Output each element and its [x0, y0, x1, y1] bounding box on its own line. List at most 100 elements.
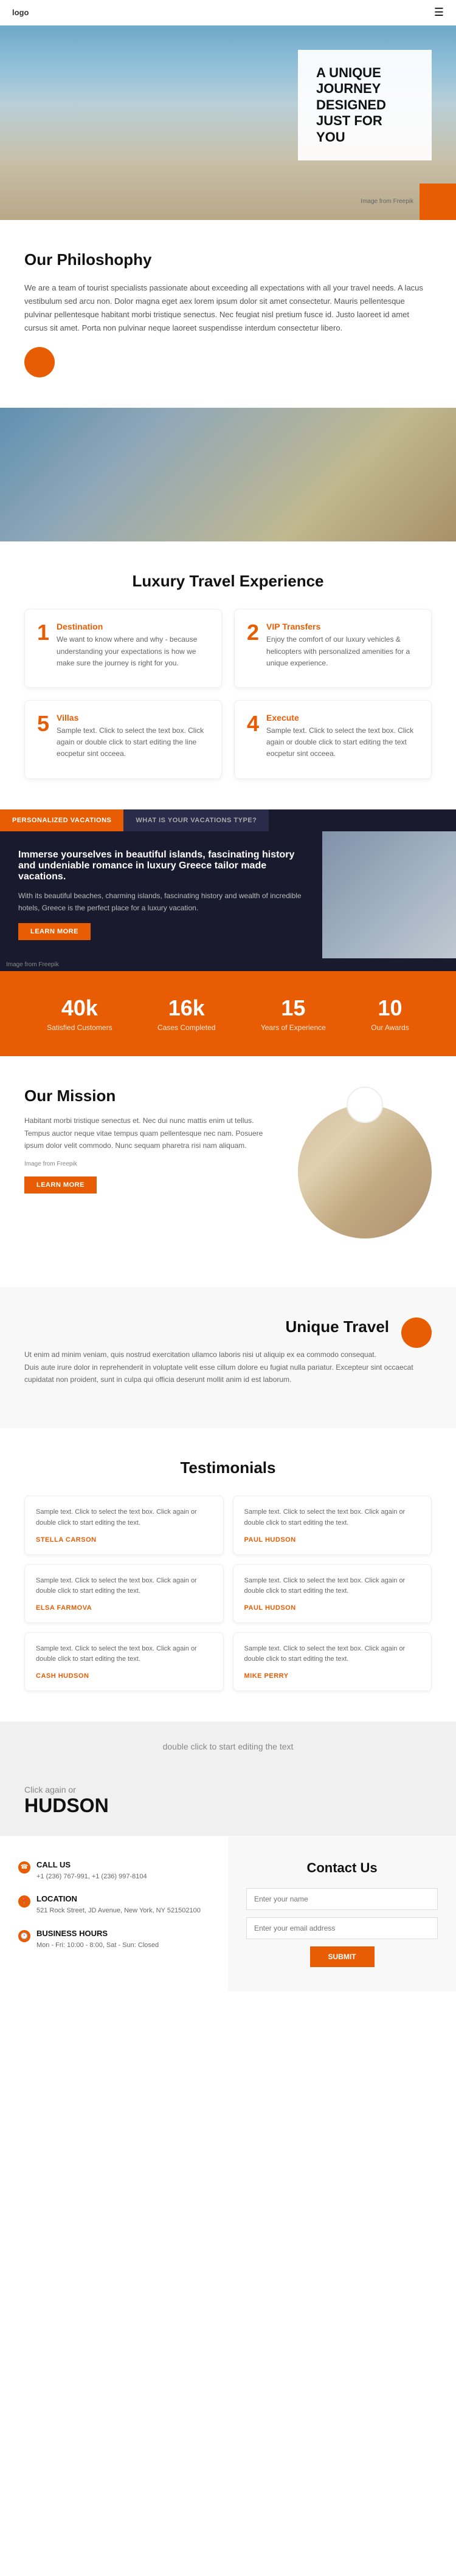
luxury-card-2: 2 VIP Transfers Enjoy the comfort of our…	[234, 609, 432, 688]
mission-section: Our Mission Habitant morbi tristique sen…	[0, 1056, 456, 1287]
footer-location: 📍 LOCATION 521 Rock Street, JD Avenue, N…	[18, 1894, 210, 1917]
footer-call-text: +1 (236) 767-991, +1 (236) 997-8104	[36, 1872, 147, 1883]
luxury-title: Luxury Travel Experience	[24, 572, 432, 591]
luxury-card-2-text: Enjoy the comfort of our luxury vehicles…	[266, 634, 419, 669]
testimonials-section: Testimonials Sample text. Click to selec…	[0, 1428, 456, 1722]
testimonials-grid: Sample text. Click to select the text bo…	[24, 1496, 432, 1691]
mission-image-area	[298, 1087, 432, 1257]
footer-info: ☎ CALL US +1 (236) 767-991, +1 (236) 997…	[0, 1836, 228, 1991]
mission-text-area: Our Mission Habitant morbi tristique sen…	[24, 1087, 274, 1194]
footer-location-row: 📍 LOCATION 521 Rock Street, JD Avenue, N…	[18, 1894, 210, 1917]
footer-hours-label: BUSINESS HOURS	[36, 1929, 159, 1938]
personalized-section: PERSONALIZED VACATIONS WHAT IS YOUR VACA…	[0, 809, 456, 972]
testi-card-4: Sample text. Click to select the text bo…	[233, 1564, 432, 1623]
footer-hours-text: Mon - Fri: 10:00 - 8:00, Sat - Sun: Clos…	[36, 1940, 159, 1951]
stat-1: 40k Satisfied Customers	[47, 995, 112, 1032]
click-again-line1: Click again or	[24, 1785, 432, 1795]
luxury-card-1: 1 Destination We want to know where and …	[24, 609, 222, 688]
footer-contact: Contact Us SUBMIT	[228, 1836, 456, 1991]
unique-text: Ut enim ad minim veniam, quis nostrud ex…	[24, 1348, 432, 1386]
stat-2: 16k Cases Completed	[157, 995, 215, 1032]
stats-section: 40k Satisfied Customers 16k Cases Comple…	[0, 971, 456, 1056]
footer-hours: 🕐 BUSINESS HOURS Mon - Fri: 10:00 - 8:00…	[18, 1929, 210, 1951]
testi-card-4-author: PAUL HUDSON	[244, 1604, 421, 1612]
hero-title: A UNIQUE JOURNEY DESIGNED JUST FOR YOU	[316, 65, 413, 145]
testi-card-1-text: Sample text. Click to select the text bo…	[36, 1507, 212, 1528]
contact-title: Contact Us	[246, 1860, 438, 1876]
stat-2-label: Cases Completed	[157, 1023, 215, 1032]
contact-name-input[interactable]	[246, 1888, 438, 1910]
pers-tab-1[interactable]: PERSONALIZED VACATIONS	[0, 809, 123, 831]
footer-hours-row: 🕐 BUSINESS HOURS Mon - Fri: 10:00 - 8:00…	[18, 1929, 210, 1951]
testi-card-3: Sample text. Click to select the text bo…	[24, 1564, 224, 1623]
testi-card-5-author: CASH HUDSON	[36, 1672, 212, 1680]
navbar: logo ☰	[0, 0, 456, 26]
luxury-card-4-text: Sample text. Click to select the text bo…	[266, 725, 419, 760]
philosophy-accent-circle	[24, 347, 55, 377]
click-again-line2: HUDSON	[24, 1795, 432, 1817]
mission-learn-btn[interactable]: LEARN MORE	[24, 1176, 97, 1194]
luxury-card-4: 4 Execute Sample text. Click to select t…	[234, 700, 432, 779]
luxury-card-2-title: VIP Transfers	[266, 622, 419, 631]
phone-icon: ☎	[18, 1861, 30, 1874]
luxury-section: Luxury Travel Experience 1 Destination W…	[0, 541, 456, 809]
philosophy-title: Our Philoshophy	[24, 250, 432, 269]
personalized-img-source: Image from Freepik	[0, 958, 456, 971]
personalized-text: Immerse yourselves in beautiful islands,…	[0, 831, 322, 959]
luxury-card-3-number: 5	[37, 713, 49, 735]
mission-img-source: Image from Freepik	[24, 1161, 274, 1167]
testi-card-6-author: MIKE PERRY	[244, 1672, 421, 1680]
luxury-card-2-number: 2	[247, 622, 259, 644]
testi-card-1-author: STELLA CARSON	[36, 1536, 212, 1544]
testi-card-3-text: Sample text. Click to select the text bo…	[36, 1576, 212, 1597]
footer: ☎ CALL US +1 (236) 767-991, +1 (236) 997…	[0, 1835, 456, 1991]
luxury-card-3: 5 Villas Sample text. Click to select th…	[24, 700, 222, 779]
stat-4: 10 Our Awards	[371, 995, 409, 1032]
personalized-image	[322, 831, 456, 959]
clock-icon: 🕐	[18, 1930, 30, 1942]
personalized-learn-btn[interactable]: LEARN MORE	[18, 923, 91, 940]
testi-card-3-author: ELSA FARMOVA	[36, 1604, 212, 1612]
mission-image-circle	[298, 1105, 432, 1238]
pers-tab-2[interactable]: WHAT IS YOUR VACATIONS TYPE?	[123, 809, 269, 831]
luxury-card-1-number: 1	[37, 622, 49, 644]
submit-button[interactable]: SUBMIT	[310, 1946, 375, 1967]
click-again-section: Click again or HUDSON	[0, 1773, 456, 1835]
mission-title: Our Mission	[24, 1087, 274, 1105]
footer-call-label: CALL US	[36, 1860, 147, 1869]
testi-card-5-text: Sample text. Click to select the text bo…	[36, 1644, 212, 1665]
hero-section: A UNIQUE JOURNEY DESIGNED JUST FOR YOU I…	[0, 26, 456, 220]
mission-white-circle	[347, 1087, 383, 1123]
stat-4-number: 10	[371, 995, 409, 1021]
stat-1-number: 40k	[47, 995, 112, 1021]
testimonials-title: Testimonials	[24, 1458, 432, 1477]
luxury-card-4-header: 4 Execute Sample text. Click to select t…	[247, 713, 419, 760]
footer-location-text: 521 Rock Street, JD Avenue, New York, NY…	[36, 1906, 201, 1917]
philosophy-section: Our Philoshophy We are a team of tourist…	[0, 220, 456, 408]
luxury-card-4-number: 4	[247, 713, 259, 735]
stat-3-number: 15	[261, 995, 326, 1021]
travel-image-section	[0, 408, 456, 541]
stat-1-label: Satisfied Customers	[47, 1023, 112, 1032]
hero-overlay: A UNIQUE JOURNEY DESIGNED JUST FOR YOU	[298, 50, 432, 160]
logo: logo	[12, 8, 29, 17]
click-again-box: Click again or HUDSON	[24, 1785, 432, 1817]
luxury-card-1-header: 1 Destination We want to know where and …	[37, 622, 209, 669]
luxury-card-3-title: Villas	[57, 713, 209, 723]
dbl-click-text: double click to start editing the text	[24, 1740, 432, 1754]
testi-card-2-text: Sample text. Click to select the text bo…	[244, 1507, 421, 1528]
dbl-click-section: double click to start editing the text	[0, 1722, 456, 1773]
testi-card-1: Sample text. Click to select the text bo…	[24, 1496, 224, 1554]
testi-card-6: Sample text. Click to select the text bo…	[233, 1632, 432, 1691]
menu-icon[interactable]: ☰	[434, 6, 444, 19]
contact-email-input[interactable]	[246, 1917, 438, 1939]
luxury-card-3-text: Sample text. Click to select the text bo…	[57, 725, 209, 760]
personalized-content: Immerse yourselves in beautiful islands,…	[0, 831, 456, 959]
stat-3-label: Years of Experience	[261, 1023, 326, 1032]
luxury-card-2-header: 2 VIP Transfers Enjoy the comfort of our…	[247, 622, 419, 669]
testi-card-5: Sample text. Click to select the text bo…	[24, 1632, 224, 1691]
stat-2-number: 16k	[157, 995, 215, 1021]
hero-image-source: Image from Freepik	[361, 198, 413, 205]
luxury-card-4-title: Execute	[266, 713, 419, 723]
philosophy-text: We are a team of tourist specialists pas…	[24, 281, 432, 335]
